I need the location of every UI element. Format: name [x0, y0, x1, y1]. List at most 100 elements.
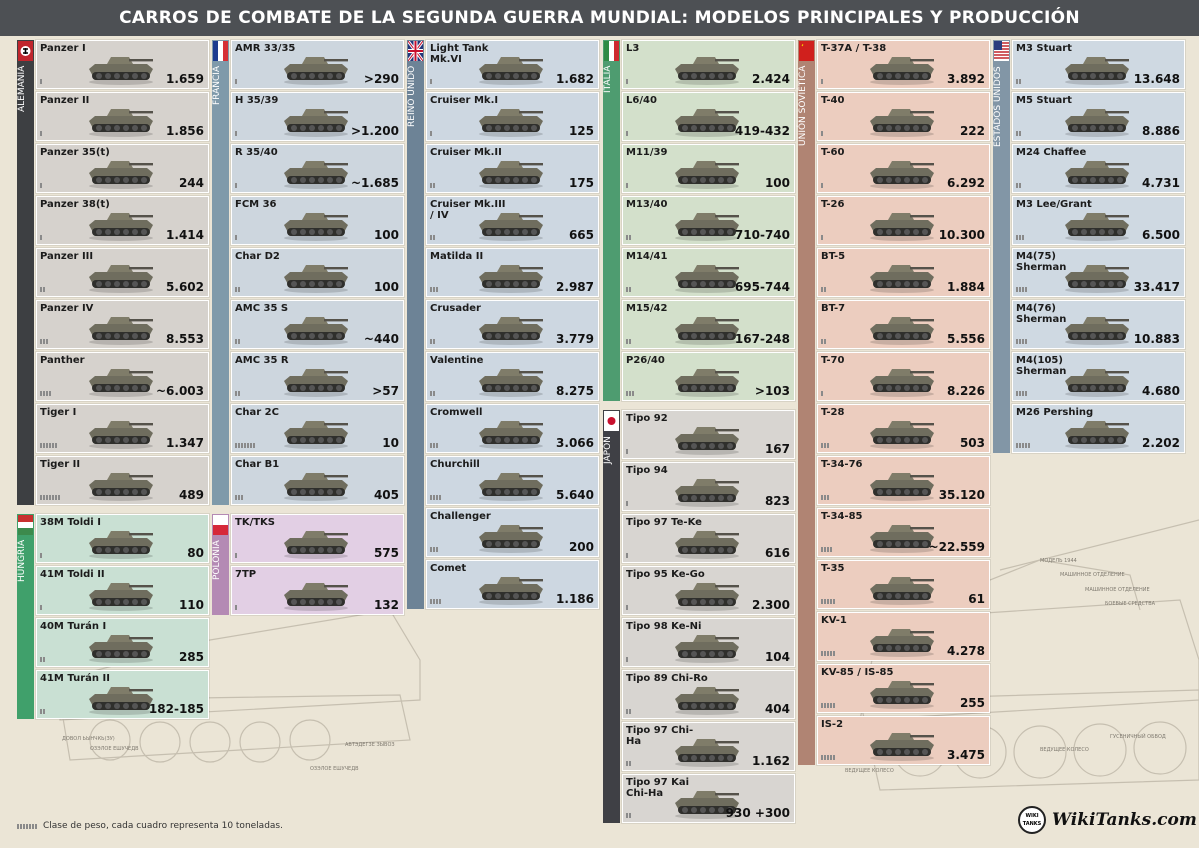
tank-name: Panther [40, 355, 85, 366]
production-count: 8.275 [556, 384, 594, 398]
weight-class-bar [1016, 235, 1024, 240]
production-count: ~22.559 [928, 540, 985, 554]
production-count: 1.884 [947, 280, 985, 294]
production-count: 167 [764, 442, 790, 456]
tank-card: Panzer III 5.602 [36, 248, 209, 297]
tank-name: Tipo 92 [626, 413, 668, 424]
tank-card: T-34-76 35.120 [817, 456, 990, 505]
weight-class-bar [430, 547, 438, 552]
weight-class-bar [40, 495, 60, 500]
tank-card: Churchill 5.640 [426, 456, 599, 505]
tank-card: Panzer I 1.659 [36, 40, 209, 89]
tank-card: H 35/39 >1.200 [231, 92, 404, 141]
weight-class-bar [430, 287, 438, 292]
production-count: 6.500 [1142, 228, 1180, 242]
weight-class-bar [430, 443, 438, 448]
tank-name: Char B1 [235, 459, 280, 470]
tank-card: Panzer 35(t) 244 [36, 144, 209, 193]
column-usa: ESTADOS UNIDOS M3 Stuart 13.648 M5 Stuart 8.… [993, 40, 1185, 453]
tank-card: Panzer II 1.856 [36, 92, 209, 141]
weight-class-bar [235, 183, 237, 188]
tank-card: T-35 61 [817, 560, 990, 609]
tank-card: 40M Turán I 285 [36, 618, 209, 667]
weight-class-bar [40, 287, 45, 292]
production-count: ~440 [363, 332, 399, 346]
production-count: ~6.003 [155, 384, 204, 398]
tank-card: AMR 33/35 >290 [231, 40, 404, 89]
weight-class-bar [626, 183, 628, 188]
tank-name: BT-5 [821, 251, 846, 262]
tank-name: T-26 [821, 199, 845, 210]
weight-class-bar [626, 131, 628, 136]
production-count: 419-432 [734, 124, 790, 138]
tank-name: M11/39 [626, 147, 668, 158]
production-count: ~1.685 [350, 176, 399, 190]
weight-class-bar [1016, 131, 1021, 136]
tank-name: H 35/39 [235, 95, 279, 106]
production-count: 2.300 [752, 598, 790, 612]
tank-card: Comet 1.186 [426, 560, 599, 609]
bg-label: ДОВОЛ ЬЫНЧКЬ(ЗУ) [62, 736, 115, 742]
hungary-flag-icon [18, 515, 33, 535]
tank-name: Tiger II [40, 459, 81, 470]
tank-card: M14/41 695-744 [622, 248, 795, 297]
production-count: 8.553 [166, 332, 204, 346]
production-count: 100 [764, 176, 790, 190]
tank-card: Tipo 95 Ke-Go 2.300 [622, 566, 795, 615]
tank-card: Cruiser Mk.I 125 [426, 92, 599, 141]
column-uk: REINO UNIDO Light Tank Mk.VI 1.682 Cruiser … [407, 40, 599, 609]
tank-card: Light Tank Mk.VI 1.682 [426, 40, 599, 89]
weight-class-bar [626, 605, 628, 610]
ussr-flag-icon [799, 41, 814, 61]
weight-class-bar [40, 183, 42, 188]
production-count: 10.300 [938, 228, 985, 242]
production-count: 4.680 [1142, 384, 1180, 398]
tank-card: T-70 8.226 [817, 352, 990, 401]
section-usa: ESTADOS UNIDOS M3 Stuart 13.648 M5 Stuart 8.… [993, 40, 1185, 453]
country-band-poland: POLONIA [212, 514, 229, 615]
country-label: ALEMANIA [17, 66, 27, 113]
bg-label: ОЗЭЛОЕ ЕШУЧЕДВ [310, 766, 359, 772]
tank-card: M3 Stuart 13.648 [1012, 40, 1185, 89]
tank-card: Crusader 3.779 [426, 300, 599, 349]
column-germany-hungary: ALEMANIA Panzer I 1.659 Panzer II 1.856 Panze… [17, 40, 209, 719]
production-count: 175 [568, 176, 594, 190]
country-label: FRANCIA [212, 66, 222, 106]
tank-card: M26 Pershing 2.202 [1012, 404, 1185, 453]
weight-class-bar [40, 443, 57, 448]
section-ussr: UNIÓN SOVIÉTICA T-37A / T-38 3.892 T-40 222 T… [798, 40, 990, 765]
tank-name: M13/40 [626, 199, 668, 210]
usa-flag-icon [994, 41, 1009, 61]
tank-card: M4(75) Sherman 33.417 [1012, 248, 1185, 297]
tank-name: T-35 [821, 563, 845, 574]
weight-class-bar [821, 79, 823, 84]
section-italy: ITALIA L3 2.424 L6/40 419-432 M11/39 100 M13/40… [603, 40, 795, 401]
production-count: 5.640 [556, 488, 594, 502]
production-count: 405 [373, 488, 399, 502]
tank-card: Tipo 94 823 [622, 462, 795, 511]
tank-card: BT-5 1.884 [817, 248, 990, 297]
weight-class-bar [235, 553, 237, 558]
country-label: JAPÓN [603, 436, 613, 464]
tank-card: M24 Chaffee 4.731 [1012, 144, 1185, 193]
tank-card: T-40 222 [817, 92, 990, 141]
production-count: 575 [373, 546, 399, 560]
tank-name: Comet [430, 563, 467, 574]
weight-class-bar [1016, 183, 1021, 188]
tank-card: Cromwell 3.066 [426, 404, 599, 453]
production-count: 10.883 [1133, 332, 1180, 346]
production-count: 1.347 [166, 436, 204, 450]
production-count: 167-248 [734, 332, 790, 346]
column-italy-japan: ITALIA L3 2.424 L6/40 419-432 M11/39 100 M13/40… [603, 40, 795, 823]
tank-name: KV-1 [821, 615, 847, 626]
weight-class-bar [235, 495, 243, 500]
tank-name: Panzer I [40, 43, 86, 54]
tank-card: 38M Toldi I 80 [36, 514, 209, 563]
production-count: 4.731 [1142, 176, 1180, 190]
tank-card: R 35/40 ~1.685 [231, 144, 404, 193]
tank-card: L6/40 419-432 [622, 92, 795, 141]
production-count: 100 [373, 228, 399, 242]
weight-class-bar [430, 131, 432, 136]
country-label: HUNGRÍA [17, 540, 27, 583]
brand-name: WikiTanks.com [1052, 810, 1197, 830]
